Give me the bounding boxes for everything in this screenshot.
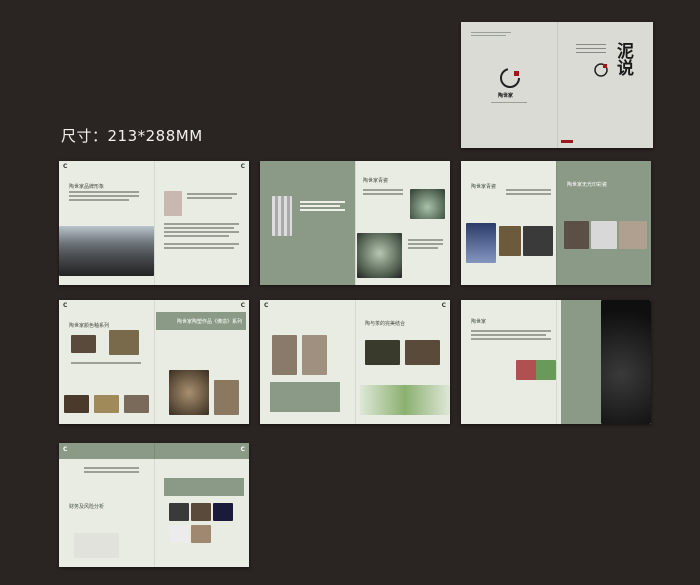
spread-2: 陶世家青瓷: [260, 161, 450, 285]
spread-5: C C 陶与茶的完美结合: [260, 300, 450, 424]
cover-circle-mark: [593, 62, 609, 78]
photo-porcelain: [591, 221, 617, 249]
cover-logo: [499, 67, 521, 89]
page-heading: 陶世家颜色釉系列: [69, 323, 110, 329]
brochure-cover: 陶世家 泥说: [461, 22, 653, 148]
photo-figurine: [302, 335, 327, 375]
page-heading: 陶世家品牌形象: [69, 184, 105, 190]
photo-teaset2: [405, 340, 440, 365]
photo-blur: [272, 196, 292, 236]
photo-vases: [619, 221, 647, 249]
photo-jars: [523, 226, 553, 256]
page-heading: 财务及风险分析: [69, 504, 105, 510]
page-heading: 陶世家: [471, 319, 487, 325]
photo-bowls: [71, 335, 96, 353]
photo-vase: [410, 189, 445, 219]
photo-statue: [272, 335, 297, 375]
photo-kettle: [601, 300, 651, 424]
page-heading: 陶与茶的完美结合: [365, 321, 406, 327]
cover-brand-title: 泥说: [613, 42, 633, 76]
photo-sculpture: [169, 370, 209, 415]
page-heading: 陶世家青瓷: [471, 184, 497, 190]
photo-grid-1: [169, 503, 189, 521]
photo-grid-2: [191, 503, 211, 521]
spread-6: 陶世家: [461, 300, 651, 424]
photo-teaset: [564, 221, 589, 249]
page-heading: 陶世家青瓷: [363, 178, 389, 184]
spread-4: C C 陶世家颜色釉系列 陶世家陶塑作品《佛造》系列: [59, 300, 249, 424]
photo-portrait: [164, 191, 182, 216]
spread-3: 陶世家青瓷 陶世家无光印彩瓷: [461, 161, 651, 285]
photo-teacup: [365, 340, 400, 365]
photo-grid-4: [169, 525, 189, 543]
page-heading-2: 陶世家陶塑作品《佛造》系列: [177, 319, 243, 325]
photo-tea-leaves: [360, 385, 450, 415]
photo-pots: [64, 395, 89, 413]
photo-teapot: [74, 533, 119, 558]
spread-7: C C 财务及风险分析: [59, 443, 249, 567]
photo-vase2: [124, 395, 149, 413]
photo-figure: [466, 223, 496, 263]
photo-cups: [499, 226, 521, 256]
page-heading-2: 陶世家无光印彩瓷: [567, 182, 608, 188]
cover-logo-badge: [561, 140, 573, 143]
brush-logo-icon: [500, 68, 520, 88]
photo-grid-3: [213, 503, 233, 521]
photo-cups2: [94, 395, 119, 413]
spread-1: C C 陶世家品牌形象: [59, 161, 249, 285]
photo-grid-5: [191, 525, 211, 543]
size-label: 尺寸：213*288MM: [61, 127, 203, 145]
photo-building: [59, 226, 154, 276]
photo-flowers: [536, 360, 556, 380]
photo-buddha: [214, 380, 239, 415]
cover-seal-text: 陶世家: [498, 93, 514, 99]
photo-bottles: [109, 330, 139, 355]
photo-bowl: [357, 233, 402, 278]
